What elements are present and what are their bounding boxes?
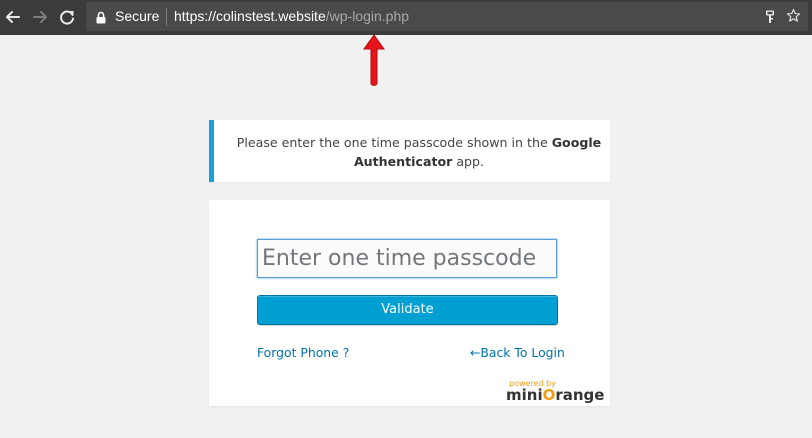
url-separator: [166, 8, 167, 26]
message-text-part: Please enter the one time passcode shown…: [236, 135, 552, 150]
browser-toolbar: Secure https://colinstest.website/wp-log…: [0, 0, 812, 35]
address-bar[interactable]: Secure https://colinstest.website/wp-log…: [86, 2, 808, 31]
validate-button[interactable]: Validate: [257, 295, 558, 325]
url-host: https://colinstest.website: [174, 8, 326, 24]
back-to-login-link[interactable]: ←Back To Login: [470, 345, 565, 360]
forward-arrow-icon[interactable]: [29, 6, 51, 28]
logo-text-mini: mini: [506, 386, 543, 404]
logo-o-icon: O: [542, 386, 556, 404]
url-path: /wp-login.php: [325, 8, 410, 24]
url-text: https://colinstest.website/wp-login.php: [174, 8, 409, 24]
message-bold-authenticator: Authenticator: [353, 154, 453, 169]
reload-icon[interactable]: [56, 6, 78, 28]
red-arrow-annotation-icon: [362, 34, 386, 92]
back-arrow-icon[interactable]: [2, 6, 24, 28]
star-icon[interactable]: [786, 8, 801, 27]
logo-text-range: range: [555, 386, 605, 404]
lock-icon: [96, 9, 106, 28]
instruction-message: Please enter the one time passcode shown…: [209, 120, 610, 182]
otp-input[interactable]: [257, 239, 557, 278]
security-label: Secure: [115, 8, 160, 24]
message-text-end: app.: [452, 154, 485, 169]
otp-form-card: Validate Forgot Phone ? ←Back To Login p…: [209, 200, 610, 406]
message-bold-google: Google: [551, 135, 602, 150]
forgot-phone-link[interactable]: Forgot Phone ?: [257, 345, 349, 360]
instruction-text: Please enter the one time passcode shown…: [234, 133, 604, 171]
miniorange-logo: miniOrange: [506, 386, 604, 404]
key-icon[interactable]: [765, 9, 775, 28]
